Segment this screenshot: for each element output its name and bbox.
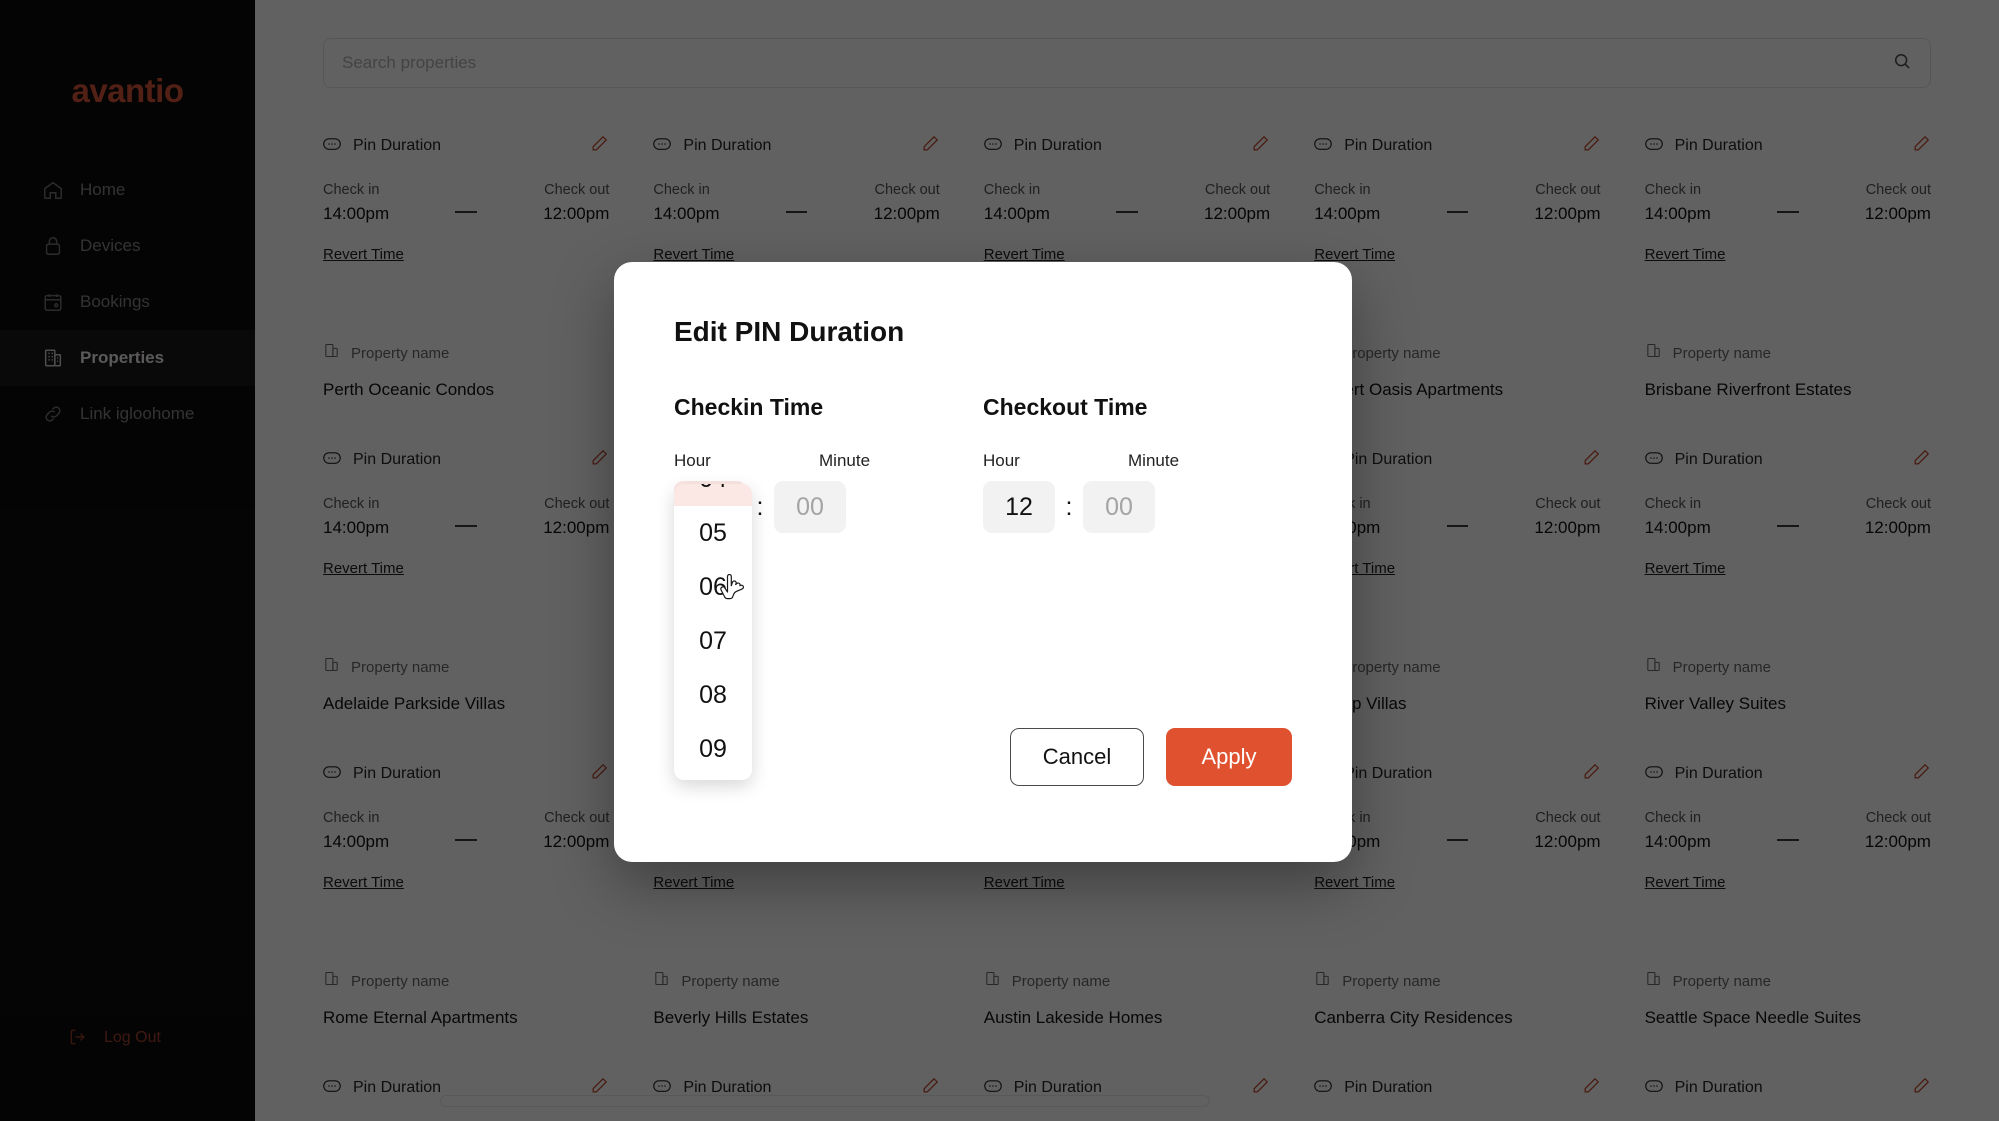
checkin-time-title: Checkin Time [674,394,824,420]
dropdown-option[interactable]: 09 [674,722,752,776]
checkin-hour-label: Hour [674,451,711,470]
dropdown-partial-top-option-wrap: 04 [674,484,752,506]
dropdown-option[interactable]: 06 [674,560,752,614]
dropdown-option[interactable]: 05 [674,506,752,560]
checkout-hour-input[interactable]: 12 [983,481,1055,533]
apply-button[interactable]: Apply [1166,728,1292,786]
checkout-minute-label: Minute [1128,451,1180,470]
checkout-time-title: Checkout Time [983,394,1148,420]
checkout-minute-input[interactable]: 00 [1083,481,1155,533]
dropdown-option[interactable]: 08 [674,668,752,722]
checkout-hour-label: Hour [983,451,1020,470]
time-columns: Checkin Time Hour Minute 14 : 00 Checkou… [674,394,1292,533]
checkin-minute-input[interactable]: 00 [774,481,846,533]
dialog-actions: Cancel Apply [1010,728,1292,786]
checkin-minute-label: Minute [819,451,871,470]
checkout-time-colon: : [1065,492,1073,521]
app-root: avantio Home Devices Bookings [0,0,1999,1121]
checkin-hour-dropdown[interactable]: 04 05 06 07 08 09 [674,484,752,780]
dialog-title: Edit PIN Duration [674,316,905,347]
cancel-button[interactable]: Cancel [1010,728,1144,786]
dropdown-option[interactable]: 07 [674,614,752,668]
dropdown-option-partial[interactable]: 04 [674,484,752,506]
checkout-time-group: Checkout Time Hour Minute 12 : 00 [983,394,1292,533]
edit-pin-duration-dialog: Edit PIN Duration Checkin Time Hour Minu… [614,262,1352,862]
